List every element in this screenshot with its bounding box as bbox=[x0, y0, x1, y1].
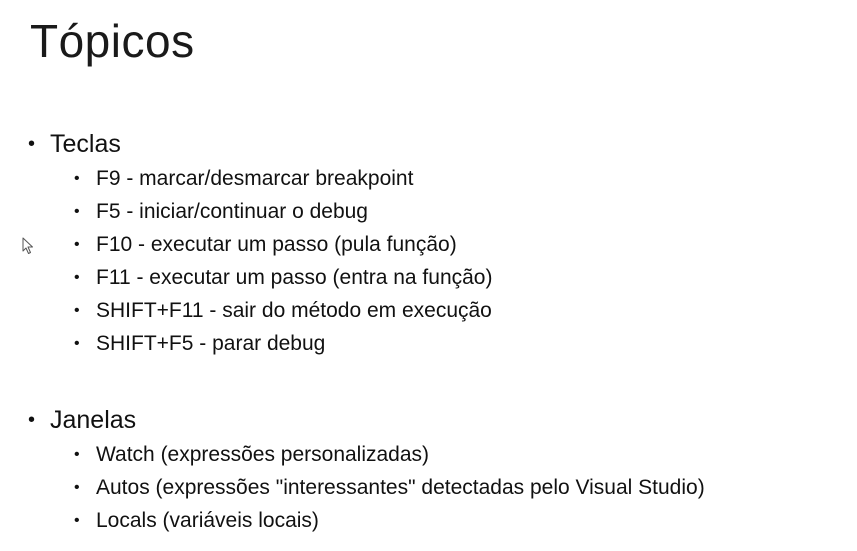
list-item: • SHIFT+F5 - parar debug bbox=[74, 327, 492, 360]
bullet-icon: • bbox=[74, 203, 80, 220]
list-item: • SHIFT+F11 - sair do método em execução bbox=[74, 294, 492, 327]
bullet-icon: • bbox=[74, 512, 80, 529]
section-heading: • Teclas bbox=[28, 128, 492, 160]
list-item-text: F10 - executar um passo (pula função) bbox=[96, 233, 457, 256]
bullet-icon: • bbox=[74, 236, 80, 253]
list-item: • Autos (expressões "interessantes" dete… bbox=[74, 471, 705, 504]
list-item: • F9 - marcar/desmarcar breakpoint bbox=[74, 162, 492, 195]
list-item-text: Watch (expressões personalizadas) bbox=[96, 443, 430, 466]
bullet-icon: • bbox=[74, 269, 80, 286]
section-teclas: • Teclas • F9 - marcar/desmarcar breakpo… bbox=[28, 128, 492, 360]
list-item-text: Autos (expressões "interessantes" detect… bbox=[96, 476, 705, 499]
section-heading-label: Teclas bbox=[50, 130, 121, 158]
bullet-icon: • bbox=[74, 479, 80, 496]
bullet-icon: • bbox=[74, 335, 80, 352]
list-item: • F11 - executar um passo (entra na funç… bbox=[74, 261, 492, 294]
bullet-icon: • bbox=[74, 170, 80, 187]
list-item-text: Locals (variáveis locais) bbox=[96, 509, 319, 532]
list-item-text: F5 - iniciar/continuar o debug bbox=[96, 200, 368, 223]
list-item: • F10 - executar um passo (pula função) bbox=[74, 228, 492, 261]
section-heading: • Janelas bbox=[28, 404, 705, 436]
list-item-text: SHIFT+F5 - parar debug bbox=[96, 332, 326, 355]
bullet-icon: • bbox=[28, 409, 36, 431]
slide-title: Tópicos bbox=[30, 15, 195, 67]
window-list: • Watch (expressões personalizadas) • Au… bbox=[28, 438, 705, 537]
section-heading-label: Janelas bbox=[50, 406, 137, 434]
bullet-icon: • bbox=[74, 446, 80, 463]
list-item-text: F11 - executar um passo (entra na função… bbox=[96, 266, 493, 289]
list-item: • Locals (variáveis locais) bbox=[74, 504, 705, 537]
section-janelas: • Janelas • Watch (expressões personaliz… bbox=[28, 404, 705, 537]
bullet-icon: • bbox=[74, 302, 80, 319]
shortcut-list: • F9 - marcar/desmarcar breakpoint • F5 … bbox=[28, 162, 492, 360]
list-item-text: F9 - marcar/desmarcar breakpoint bbox=[96, 167, 414, 190]
bullet-icon: • bbox=[28, 133, 36, 155]
list-item: • Watch (expressões personalizadas) bbox=[74, 438, 705, 471]
list-item: • F5 - iniciar/continuar o debug bbox=[74, 195, 492, 228]
mouse-pointer-icon bbox=[22, 237, 33, 254]
list-item-text: SHIFT+F11 - sair do método em execução bbox=[96, 299, 492, 322]
